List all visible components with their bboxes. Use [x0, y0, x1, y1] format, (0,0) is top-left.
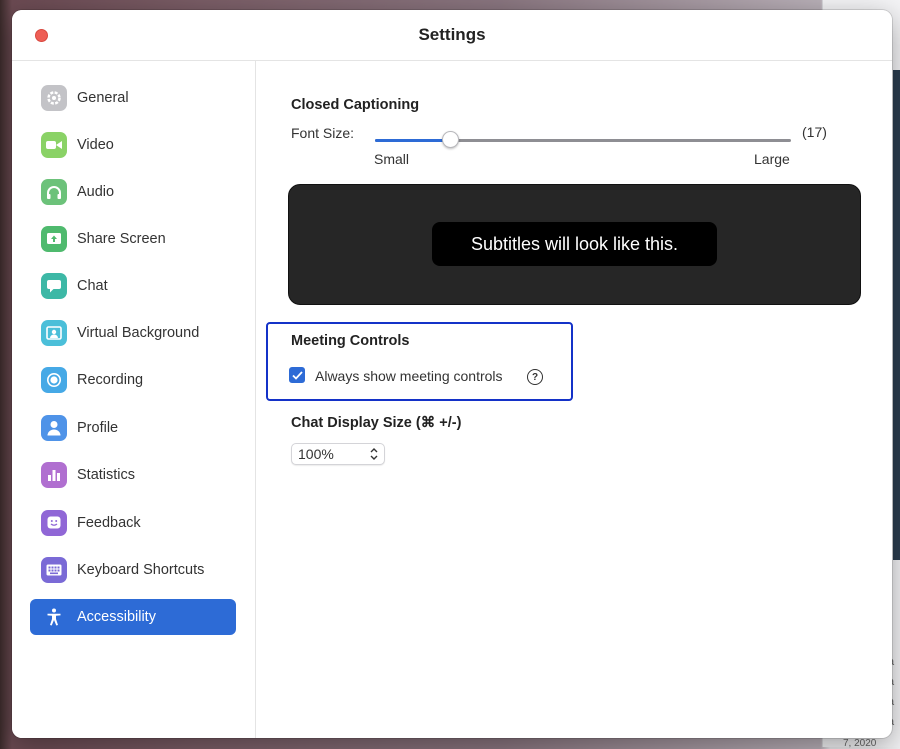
slider-fill	[375, 139, 450, 142]
font-size-slider[interactable]	[375, 131, 791, 148]
sidebar-item-general[interactable]: General	[30, 80, 236, 116]
user-icon	[41, 415, 67, 441]
share-screen-icon	[41, 226, 67, 252]
keyboard-icon	[41, 557, 67, 583]
headphones-icon	[41, 179, 67, 205]
chat-display-size-select[interactable]: 100%	[291, 443, 385, 465]
background-window-edge	[893, 70, 900, 560]
always-show-controls-label[interactable]: Always show meeting controls	[315, 368, 503, 384]
background-date: 7, 2020	[843, 738, 877, 749]
sidebar-item-keyboard-shortcuts[interactable]: Keyboard Shortcuts	[30, 552, 236, 588]
sidebar-item-video[interactable]: Video	[30, 127, 236, 163]
meeting-controls-heading: Meeting Controls	[291, 333, 410, 349]
closed-captioning-heading: Closed Captioning	[291, 97, 420, 113]
font-size-value: (17)	[802, 124, 827, 140]
sidebar-item-statistics[interactable]: Statistics	[30, 457, 236, 493]
help-icon[interactable]: ?	[527, 369, 543, 385]
title-bar: Settings	[12, 10, 892, 61]
slider-max-label: Large	[754, 151, 790, 167]
sidebar-item-recording[interactable]: Recording	[30, 362, 236, 398]
accessibility-icon	[41, 604, 67, 630]
checkmark-icon	[291, 370, 303, 380]
chat-display-size-heading: Chat Display Size (⌘ +/-)	[291, 415, 462, 431]
chat-bubble-icon	[41, 273, 67, 299]
caption-preview-text: Subtitles will look like this.	[432, 222, 717, 266]
video-camera-icon	[41, 132, 67, 158]
slider-thumb[interactable]	[442, 131, 459, 148]
window-title: Settings	[418, 25, 486, 44]
sidebar-item-share-screen[interactable]: Share Screen	[30, 221, 236, 257]
always-show-controls-checkbox[interactable]	[289, 367, 305, 383]
settings-window: Settings General Video Audio Share Scree…	[12, 10, 892, 738]
gear-icon	[41, 85, 67, 111]
caption-preview: Subtitles will look like this.	[288, 184, 861, 305]
person-portrait-icon	[41, 320, 67, 346]
chevron-up-down-icon	[370, 448, 378, 460]
sidebar-item-audio[interactable]: Audio	[30, 174, 236, 210]
bar-chart-icon	[41, 462, 67, 488]
chat-display-size-value: 100%	[298, 446, 334, 462]
record-icon	[41, 367, 67, 393]
font-size-label: Font Size:	[291, 125, 355, 141]
smiley-icon	[41, 510, 67, 536]
settings-sidebar: General Video Audio Share Screen Chat Vi…	[12, 61, 256, 738]
sidebar-item-profile[interactable]: Profile	[30, 410, 236, 446]
slider-min-label: Small	[374, 151, 410, 167]
sidebar-item-chat[interactable]: Chat	[30, 268, 236, 304]
sidebar-item-accessibility[interactable]: Accessibility	[30, 599, 236, 635]
sidebar-item-virtual-background[interactable]: Virtual Background	[30, 315, 236, 351]
sidebar-item-feedback[interactable]: Feedback	[30, 505, 236, 541]
